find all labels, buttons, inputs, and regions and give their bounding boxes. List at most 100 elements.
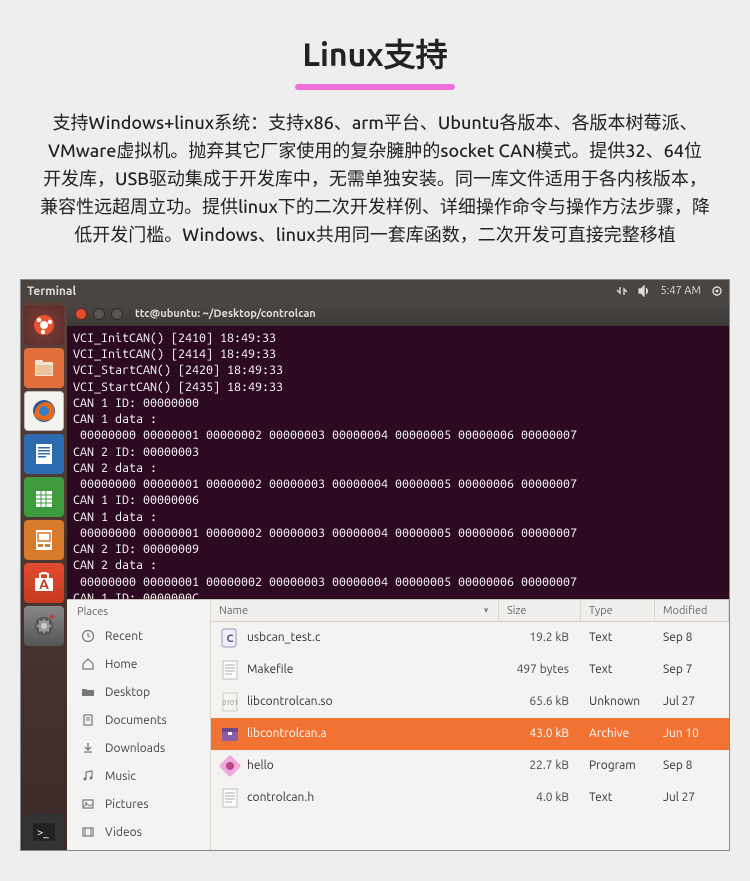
file-row[interactable]: 0101 libcontrolcan.so 65.6 kBUnknownJul 27 bbox=[211, 686, 729, 718]
sidebar-item-label: Desktop bbox=[105, 686, 150, 699]
network-icon[interactable] bbox=[616, 285, 628, 297]
sidebar-item-videos[interactable]: Videos bbox=[67, 818, 210, 846]
svg-text:A: A bbox=[39, 576, 49, 592]
clock-icon bbox=[77, 625, 99, 647]
music-icon bbox=[77, 765, 99, 787]
file-icon: 0101 bbox=[219, 691, 241, 713]
file-manager: Places Recent Home Desktop Documents Downloa… bbox=[67, 599, 729, 850]
unity-launcher: A >_ bbox=[21, 302, 67, 850]
sidebar-item-label: Home bbox=[105, 658, 137, 671]
fm-sidebar: Places Recent Home Desktop Documents Downloa… bbox=[67, 600, 211, 850]
title-underline bbox=[295, 84, 455, 90]
header-section: Linux支持 支持Windows+linux系统：支持x86、arm平台、Ub… bbox=[0, 0, 750, 279]
col-modified[interactable]: Modified bbox=[655, 600, 729, 621]
sidebar-item-pictures[interactable]: Pictures bbox=[67, 790, 210, 818]
fm-sidebar-heading: Places bbox=[67, 604, 210, 622]
file-name: usbcan_test.c bbox=[247, 631, 320, 644]
top-menubar: Terminal 5:47 AM bbox=[21, 280, 729, 302]
file-icon bbox=[219, 787, 241, 809]
file-modified: Sep 8 bbox=[655, 631, 729, 644]
home-icon bbox=[77, 653, 99, 675]
file-modified: Jul 27 bbox=[655, 695, 729, 708]
pic-icon bbox=[77, 793, 99, 815]
file-type: Program bbox=[581, 759, 655, 772]
fm-column-header[interactable]: Name▼ Size Type Modified bbox=[211, 600, 729, 622]
file-modified: Jun 10 bbox=[655, 727, 729, 740]
clock-label[interactable]: 5:47 AM bbox=[660, 285, 701, 297]
launcher-calc[interactable] bbox=[24, 477, 64, 517]
file-name: Makefile bbox=[247, 663, 293, 676]
file-name: controlcan.h bbox=[247, 791, 314, 804]
file-name: libcontrolcan.so bbox=[247, 695, 333, 708]
file-type: Unknown bbox=[581, 695, 655, 708]
ubuntu-screenshot: Terminal 5:47 AM A >_ bbox=[20, 279, 730, 851]
file-icon bbox=[219, 659, 241, 681]
fm-file-list: Name▼ Size Type Modified Cusbcan_test.c 1… bbox=[211, 600, 729, 850]
video-icon bbox=[77, 821, 99, 843]
launcher-impress[interactable] bbox=[24, 520, 64, 560]
window-minimize-button[interactable] bbox=[93, 308, 105, 320]
file-size: 22.7 kB bbox=[499, 759, 581, 772]
file-modified: Sep 8 bbox=[655, 759, 729, 772]
terminal-output[interactable]: VCI_InitCAN() [2410] 18:49:33 VCI_InitCA… bbox=[67, 326, 729, 600]
file-row[interactable]: Cusbcan_test.c 19.2 kBTextSep 8 bbox=[211, 622, 729, 654]
file-type: Archive bbox=[581, 727, 655, 740]
sidebar-item-label: Documents bbox=[105, 714, 167, 727]
col-size[interactable]: Size bbox=[499, 600, 581, 621]
sidebar-item-label: Downloads bbox=[105, 742, 165, 755]
launcher-dash[interactable] bbox=[24, 305, 64, 345]
sidebar-item-recent[interactable]: Recent bbox=[67, 622, 210, 650]
sidebar-item-music[interactable]: Music bbox=[67, 762, 210, 790]
launcher-settings[interactable] bbox=[24, 606, 64, 646]
launcher-terminal[interactable]: >_ bbox=[24, 814, 64, 850]
window-maximize-button[interactable] bbox=[111, 308, 123, 320]
file-icon bbox=[219, 755, 241, 777]
gear-icon[interactable] bbox=[711, 285, 723, 297]
folder-icon bbox=[77, 681, 99, 703]
file-modified: Jul 27 bbox=[655, 791, 729, 804]
terminal-title: ttc@ubuntu: ~/Desktop/controlcan bbox=[135, 308, 316, 320]
file-row[interactable]: Makefile 497 bytesTextSep 7 bbox=[211, 654, 729, 686]
launcher-firefox[interactable] bbox=[24, 391, 64, 431]
svg-text:0101: 0101 bbox=[222, 699, 238, 707]
svg-text:C: C bbox=[226, 633, 233, 645]
file-type: Text bbox=[581, 631, 655, 644]
sidebar-item-label: Pictures bbox=[105, 798, 149, 811]
download-icon bbox=[77, 737, 99, 759]
file-icon: C bbox=[219, 627, 241, 649]
file-type: Text bbox=[581, 791, 655, 804]
doc-icon bbox=[77, 709, 99, 731]
volume-icon[interactable] bbox=[638, 285, 650, 297]
file-type: Text bbox=[581, 663, 655, 676]
file-size: 19.2 kB bbox=[499, 631, 581, 644]
file-row[interactable]: hello 22.7 kBProgramSep 8 bbox=[211, 750, 729, 782]
sidebar-item-downloads[interactable]: Downloads bbox=[67, 734, 210, 762]
file-size: 43.0 kB bbox=[499, 727, 581, 740]
col-name: Name▼ bbox=[211, 600, 499, 621]
col-type[interactable]: Type bbox=[581, 600, 655, 621]
terminal-titlebar[interactable]: ttc@ubuntu: ~/Desktop/controlcan bbox=[67, 302, 729, 325]
file-name: libcontrolcan.a bbox=[247, 727, 327, 740]
sidebar-item-desktop[interactable]: Desktop bbox=[67, 678, 210, 706]
window-close-button[interactable] bbox=[75, 308, 87, 320]
file-row[interactable]: libcontrolcan.a 43.0 kBArchiveJun 10 bbox=[211, 718, 729, 750]
file-modified: Sep 7 bbox=[655, 663, 729, 676]
sidebar-item-label: Videos bbox=[105, 826, 142, 839]
file-row[interactable]: controlcan.h 4.0 kBTextJul 27 bbox=[211, 782, 729, 814]
sidebar-item-label: Music bbox=[105, 770, 136, 783]
sidebar-item-label: Recent bbox=[105, 630, 143, 643]
svg-text:>_: >_ bbox=[37, 827, 49, 839]
page-description: 支持Windows+linux系统：支持x86、arm平台、Ubuntu各版本、… bbox=[40, 110, 710, 249]
file-icon bbox=[219, 723, 241, 745]
sort-arrow-icon: ▼ bbox=[482, 606, 490, 615]
active-app-title: Terminal bbox=[27, 285, 76, 298]
launcher-software-center[interactable]: A bbox=[24, 563, 64, 603]
sidebar-item-home[interactable]: Home bbox=[67, 650, 210, 678]
launcher-files[interactable] bbox=[24, 348, 64, 388]
launcher-writer[interactable] bbox=[24, 434, 64, 474]
file-size: 65.6 kB bbox=[499, 695, 581, 708]
file-size: 497 bytes bbox=[499, 663, 581, 676]
file-size: 4.0 kB bbox=[499, 791, 581, 804]
sidebar-item-documents[interactable]: Documents bbox=[67, 706, 210, 734]
file-name: hello bbox=[247, 759, 274, 772]
